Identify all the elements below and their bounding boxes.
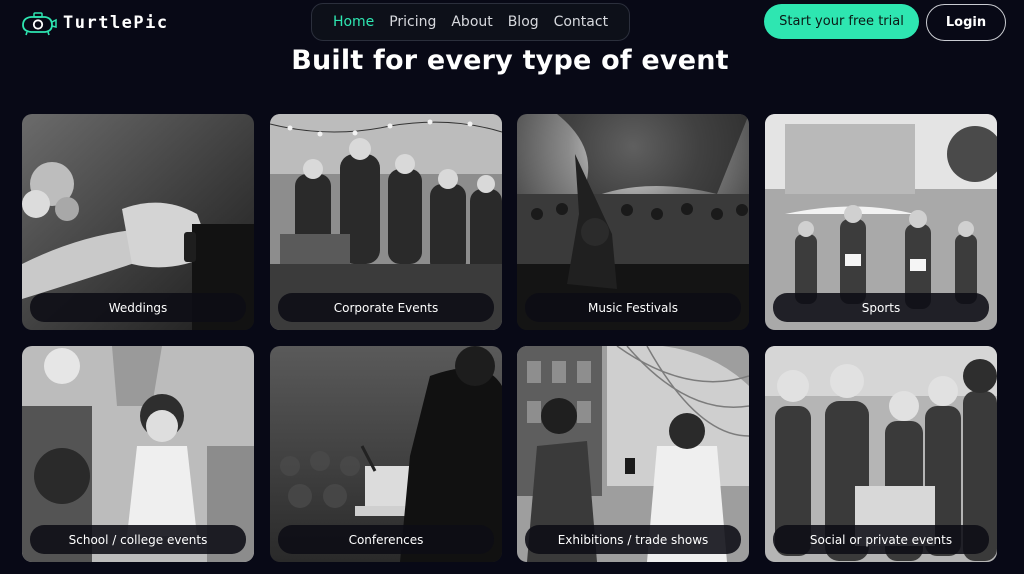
nav-pricing[interactable]: Pricing xyxy=(389,14,436,30)
turtle-camera-icon xyxy=(22,12,57,36)
event-card-corporate-events[interactable]: Corporate Events xyxy=(270,114,502,330)
main-nav: Home Pricing About Blog Contact xyxy=(311,3,630,41)
event-card-weddings[interactable]: Weddings xyxy=(22,114,254,330)
nav-home[interactable]: Home xyxy=(333,14,374,30)
event-card-social-private-events[interactable]: Social or private events xyxy=(765,346,997,562)
brand-name: TurtlePic xyxy=(63,13,169,33)
card-label: Social or private events xyxy=(773,525,989,554)
start-free-trial-button[interactable]: Start your free trial xyxy=(764,4,919,39)
card-label: Exhibitions / trade shows xyxy=(525,525,741,554)
card-label: Corporate Events xyxy=(278,293,494,322)
event-card-sports[interactable]: Sports xyxy=(765,114,997,330)
event-card-music-festivals[interactable]: Music Festivals xyxy=(517,114,749,330)
nav-contact[interactable]: Contact xyxy=(554,14,608,30)
card-label: Weddings xyxy=(30,293,246,322)
event-card-conferences[interactable]: Conferences xyxy=(270,346,502,562)
card-label: Conferences xyxy=(278,525,494,554)
brand-logo[interactable]: TurtlePic xyxy=(19,10,169,36)
event-card-exhibitions-trade-shows[interactable]: Exhibitions / trade shows xyxy=(517,346,749,562)
card-label: Sports xyxy=(773,293,989,322)
nav-about[interactable]: About xyxy=(451,14,492,30)
event-card-school-college-events[interactable]: School / college events xyxy=(22,346,254,562)
section-heading: Built for every type of event xyxy=(291,45,729,76)
card-label: School / college events xyxy=(30,525,246,554)
login-button[interactable]: Login xyxy=(926,4,1006,41)
nav-blog[interactable]: Blog xyxy=(508,14,539,30)
card-label: Music Festivals xyxy=(525,293,741,322)
